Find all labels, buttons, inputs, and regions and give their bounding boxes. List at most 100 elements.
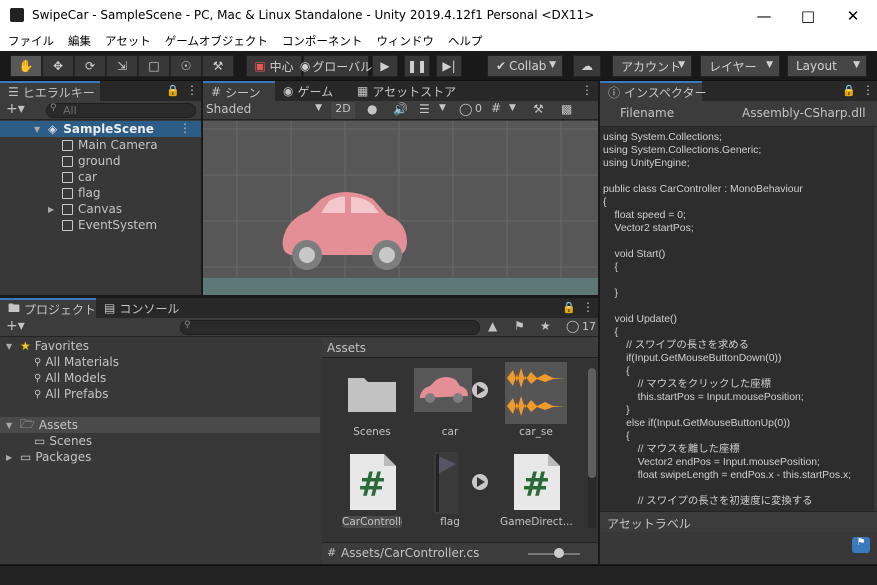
tag-icon[interactable]: ⚑ (852, 537, 870, 553)
camera-icon[interactable]: ▩ (561, 102, 572, 116)
asset-tile[interactable]: flag (414, 452, 488, 534)
add-icon[interactable]: +▾ (6, 318, 25, 334)
asset-labels-title: アセットラベル (607, 517, 691, 531)
layout-dropdown[interactable]: Layout ▼ (787, 55, 867, 77)
scrollbar-thumb[interactable] (588, 368, 596, 478)
minimize-icon[interactable]: — (742, 0, 786, 31)
shading-mode-dropdown[interactable]: Shaded ▼ (206, 102, 324, 118)
hidden-objects-icon[interactable]: ◯ (459, 102, 472, 116)
favorites-row[interactable]: ▼ ★ Favorites (0, 338, 320, 354)
more-options-icon[interactable]: ⋮ (581, 83, 593, 97)
pivot-toggle[interactable]: ▣ 中心 (246, 55, 302, 77)
asset-tile[interactable]: car_se (500, 362, 572, 444)
lighting-icon[interactable]: ● (367, 102, 377, 116)
ground-sprite (203, 278, 598, 295)
slider-handle[interactable] (554, 548, 564, 558)
hierarchy-item[interactable]: EventSystem (0, 217, 201, 233)
grid-toggle-icon[interactable]: # (491, 101, 501, 115)
hierarchy-item[interactable]: ground (0, 153, 201, 169)
collab-dropdown[interactable]: ✔ Collab ▼ (487, 55, 563, 77)
effects-icon[interactable]: ☰ (419, 102, 430, 116)
favorite-item[interactable]: ⚲ All Models (0, 370, 320, 386)
asset-breadcrumb: Assets (322, 338, 598, 358)
menu-edit[interactable]: 編集 (68, 33, 91, 49)
asset-tile[interactable]: # CarController (336, 452, 408, 534)
hidden-objects-icon[interactable]: ◯ (566, 319, 579, 333)
hierarchy-item[interactable]: ▶ Canvas (0, 201, 201, 217)
more-options-icon[interactable]: ⋮ (186, 83, 198, 97)
scene-root-row[interactable]: ▼ ◈ SampleScene ⋮ (0, 121, 201, 137)
add-icon[interactable]: +▾ (6, 101, 25, 117)
custom-tool-icon[interactable]: ⚒ (202, 55, 234, 77)
asset-tile[interactable]: Scenes (336, 364, 408, 444)
audio-icon[interactable]: 🔊 (393, 102, 408, 116)
grid-icon: # (211, 85, 222, 99)
breadcrumb-assets[interactable]: Assets (327, 341, 366, 355)
filter-type-icon[interactable]: ▲ (488, 319, 497, 333)
hierarchy-item[interactable]: car (0, 169, 201, 185)
lock-icon[interactable]: 🔒 (842, 84, 856, 97)
favorite-item[interactable]: ⚲ All Prefabs (0, 386, 320, 402)
transform-tool-icon[interactable]: ☉ (170, 55, 202, 77)
asset-tile[interactable]: # GameDirect... (500, 452, 572, 534)
folder-row[interactable]: ▭ Scenes (0, 433, 320, 449)
chevron-down-icon[interactable]: ▼ (509, 103, 516, 113)
hierarchy-item[interactable]: flag (0, 185, 201, 201)
chevron-down-icon[interactable]: ▼ (439, 103, 446, 113)
rotate-tool-icon[interactable]: ⟳ (74, 55, 106, 77)
favorite-item[interactable]: ⚲ All Materials (0, 354, 320, 370)
gameobject-icon (62, 203, 73, 215)
packages-folder-row[interactable]: ▶ ▭ Packages (0, 449, 320, 465)
menu-help[interactable]: ヘルプ (448, 33, 483, 49)
hierarchy-item[interactable]: Main Camera (0, 137, 201, 153)
tab-inspector[interactable]: ⓘ インスペクター (600, 81, 706, 101)
layers-dropdown[interactable]: レイヤー ▼ (700, 55, 780, 77)
filter-label-icon[interactable]: ⚑ (514, 319, 525, 333)
project-search-input[interactable] (180, 320, 480, 335)
code-line: if(Input.GetMouseButtonDown(0)) (603, 353, 782, 364)
tab-game[interactable]: ◉ ゲーム (275, 81, 341, 101)
account-dropdown[interactable]: アカウント ▼ (612, 55, 692, 77)
more-options-icon[interactable]: ⋮ (179, 121, 191, 135)
step-button[interactable]: ▶| (436, 55, 462, 77)
close-icon[interactable]: ✕ (831, 0, 875, 31)
more-options-icon[interactable]: ⋮ (862, 83, 874, 97)
menu-window[interactable]: ウィンドウ (376, 33, 434, 49)
menu-file[interactable]: ファイル (8, 33, 54, 49)
hand-tool-icon[interactable]: ✋ (10, 55, 42, 77)
scene-viewport[interactable] (203, 121, 598, 295)
tab-console[interactable]: ▤ コンソール (96, 298, 187, 318)
menu-assets[interactable]: アセット (105, 33, 151, 49)
hierarchy-search-input[interactable]: All (46, 103, 196, 118)
inspector-panel: ⓘ インスペクター 🔒 ⋮ Filename Assembly-CSharp.dl… (600, 81, 877, 564)
menu-component[interactable]: コンポーネント (282, 33, 363, 49)
tab-project[interactable]: 🖿 プロジェクト (0, 298, 96, 318)
pause-button[interactable]: ❚❚ (404, 55, 430, 77)
scale-tool-icon[interactable]: ⇲ (106, 55, 138, 77)
global-toggle[interactable]: ◉ グローバル (300, 55, 372, 77)
asset-grid-scrollbar[interactable] (588, 368, 596, 528)
lock-icon[interactable]: 🔒 (166, 84, 180, 97)
inspector-header: Filename Assembly-CSharp.dll (600, 101, 877, 127)
tab-hierarchy[interactable]: ☰ ヒエラルキー (0, 81, 100, 101)
more-options-icon[interactable]: ⋮ (582, 300, 594, 314)
favorite-star-icon[interactable]: ★ (540, 319, 551, 333)
tools-icon[interactable]: ⚒ (533, 102, 544, 116)
tab-asset-store[interactable]: ▦ アセットストア (349, 81, 464, 101)
2d-toggle[interactable]: 2D (331, 102, 355, 119)
assets-folder-row[interactable]: ▼ 🗁 Assets (0, 417, 320, 433)
maximize-icon[interactable]: □ (786, 0, 830, 31)
search-icon: ⚲ (34, 388, 42, 400)
play-button[interactable]: ▶ (372, 55, 398, 77)
menu-gameobject[interactable]: ゲームオブジェクト (165, 33, 268, 49)
scene-grid (203, 121, 598, 295)
code-preview[interactable]: using System.Collections; using System.Co… (600, 127, 874, 511)
lock-icon[interactable]: 🔒 (562, 301, 576, 314)
rect-tool-icon[interactable]: □ (138, 55, 170, 77)
cloud-icon[interactable]: ☁ (573, 55, 601, 77)
check-icon: ✔ (496, 59, 507, 73)
tab-scene[interactable]: # シーン (203, 81, 275, 101)
move-tool-icon[interactable]: ✥ (42, 55, 74, 77)
asset-tile[interactable]: car (414, 364, 488, 444)
